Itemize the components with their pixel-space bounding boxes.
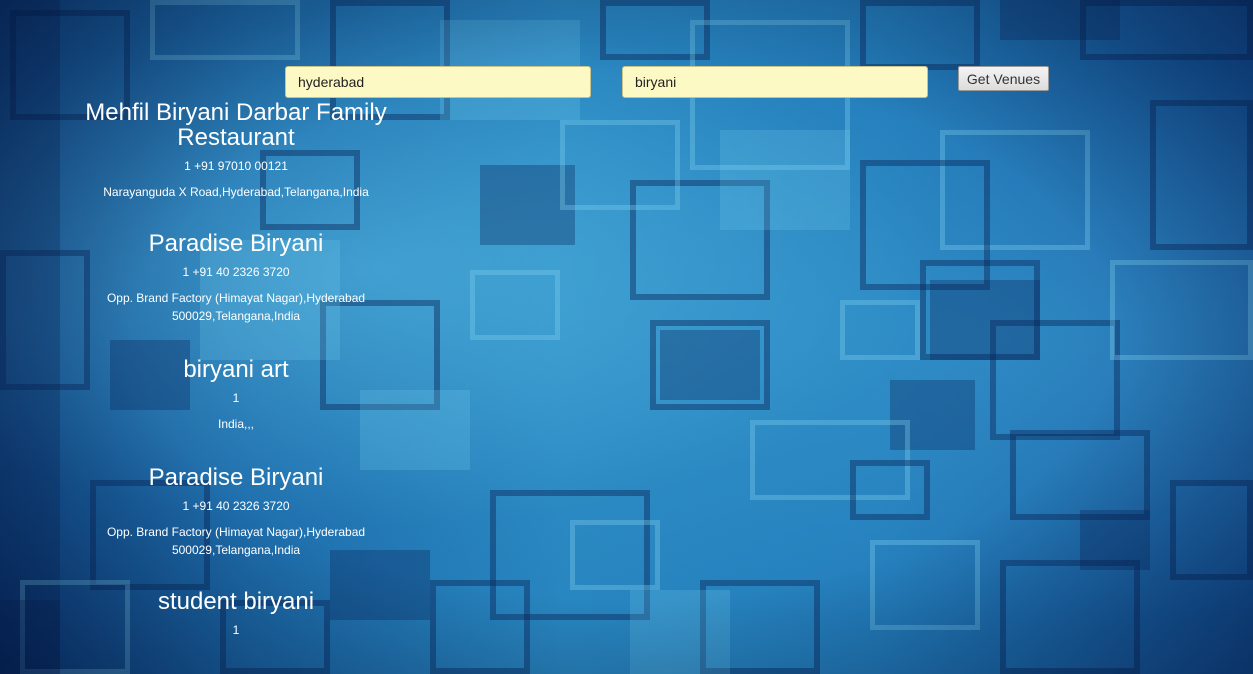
venue-name: Mehfil Biryani Darbar Family Restaurant — [85, 99, 387, 151]
get-venues-button[interactable]: Get Venues — [958, 66, 1049, 91]
venue-address: India,,, — [217, 417, 255, 431]
venue-phone: 1 — [232, 623, 240, 637]
venue-name: student biryani — [157, 588, 315, 615]
venue-results-list: Mehfil Biryani Darbar Family Restaurant … — [85, 100, 387, 637]
venue-phone: 1 — [232, 391, 240, 405]
venue-item: Paradise Biryani 1 +91 40 2326 3720 Opp.… — [85, 231, 387, 325]
venue-item: Paradise Biryani 1 +91 40 2326 3720 Opp.… — [85, 465, 387, 559]
venue-name: Paradise Biryani — [148, 230, 324, 257]
venue-name: Paradise Biryani — [148, 464, 324, 491]
venue-address: Opp. Brand Factory (Himayat Nagar),Hyder… — [106, 291, 366, 323]
city-input[interactable] — [285, 66, 591, 98]
venue-phone: 1 +91 97010 00121 — [184, 159, 288, 173]
venue-item: student biryani 1 — [85, 589, 387, 637]
venue-address: Narayanguda X Road,Hyderabad,Telangana,I… — [103, 185, 369, 199]
venue-item: biryani art 1 India,,, — [85, 357, 387, 433]
venue-name: biryani art — [183, 356, 289, 383]
venue-item: Mehfil Biryani Darbar Family Restaurant … — [85, 100, 387, 201]
venue-phone: 1 +91 40 2326 3720 — [182, 265, 290, 279]
venue-address: Opp. Brand Factory (Himayat Nagar),Hyder… — [106, 525, 366, 557]
venue-phone: 1 +91 40 2326 3720 — [182, 499, 290, 513]
venue-query-input[interactable] — [622, 66, 928, 98]
